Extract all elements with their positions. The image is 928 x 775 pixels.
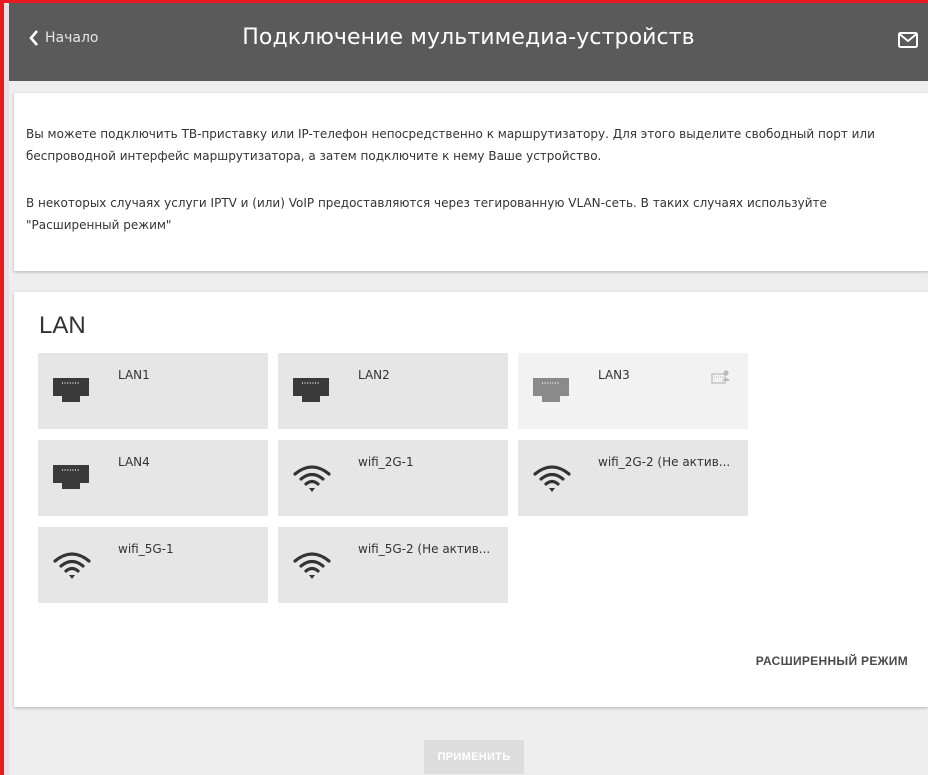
port-label: LAN3 — [598, 368, 630, 382]
port-tile-lan1[interactable]: LAN1 — [38, 353, 268, 429]
messages-button[interactable] — [898, 32, 918, 52]
wifi-icon — [293, 552, 331, 579]
port-tile-wifi-5g-1[interactable]: wifi_5G-1 — [38, 527, 268, 603]
info-paragraph: В некоторых случаях услуги IPTV и (или) … — [26, 196, 827, 232]
mail-icon — [898, 32, 918, 48]
port-tile-lan4[interactable]: LAN4 — [38, 440, 268, 516]
ethernet-port-icon — [53, 465, 89, 489]
ethernet-port-icon — [533, 378, 569, 402]
port-label: wifi_5G-2 (Не актив... — [358, 542, 491, 556]
port-tile-wifi-5g-2[interactable]: wifi_5G-2 (Не актив... — [278, 527, 508, 603]
wan-port-icon — [711, 370, 730, 384]
port-label: wifi_2G-1 — [358, 455, 414, 469]
port-label: LAN2 — [358, 368, 390, 382]
wifi-icon — [53, 552, 91, 579]
info-paragraph: Вы можете подключить ТВ-приставку или IP… — [26, 127, 875, 163]
port-tile-lan2[interactable]: LAN2 — [278, 353, 508, 429]
port-label: LAN1 — [118, 368, 150, 382]
top-bar: Начало Подключение мультимедиа-устройств — [9, 3, 928, 81]
ethernet-port-icon — [53, 378, 89, 402]
page-title: Подключение мультимедиа-устройств — [242, 25, 695, 50]
section-title: LAN — [39, 312, 86, 339]
port-label: LAN4 — [118, 455, 150, 469]
advanced-mode-button[interactable]: РАСШИРЕННЫЙ РЕЖИМ — [756, 654, 908, 668]
info-card: Вы можете подключить ТВ-приставку или IP… — [14, 93, 928, 271]
lan-card: LAN LAN1 LAN2 LAN3 LAN4 wifi_2G-1 wifi_2… — [14, 292, 928, 707]
apply-button[interactable]: ПРИМЕНИТЬ — [424, 740, 524, 774]
port-label: wifi_2G-2 (Не актив... — [598, 455, 731, 469]
port-label: wifi_5G-1 — [118, 542, 174, 556]
wifi-icon — [293, 465, 331, 492]
port-tile-wifi-2g-2[interactable]: wifi_2G-2 (Не актив... — [518, 440, 748, 516]
port-tile-wifi-2g-1[interactable]: wifi_2G-1 — [278, 440, 508, 516]
wifi-icon — [533, 465, 571, 492]
port-tile-lan3[interactable]: LAN3 — [518, 353, 748, 429]
ethernet-port-icon — [293, 378, 329, 402]
